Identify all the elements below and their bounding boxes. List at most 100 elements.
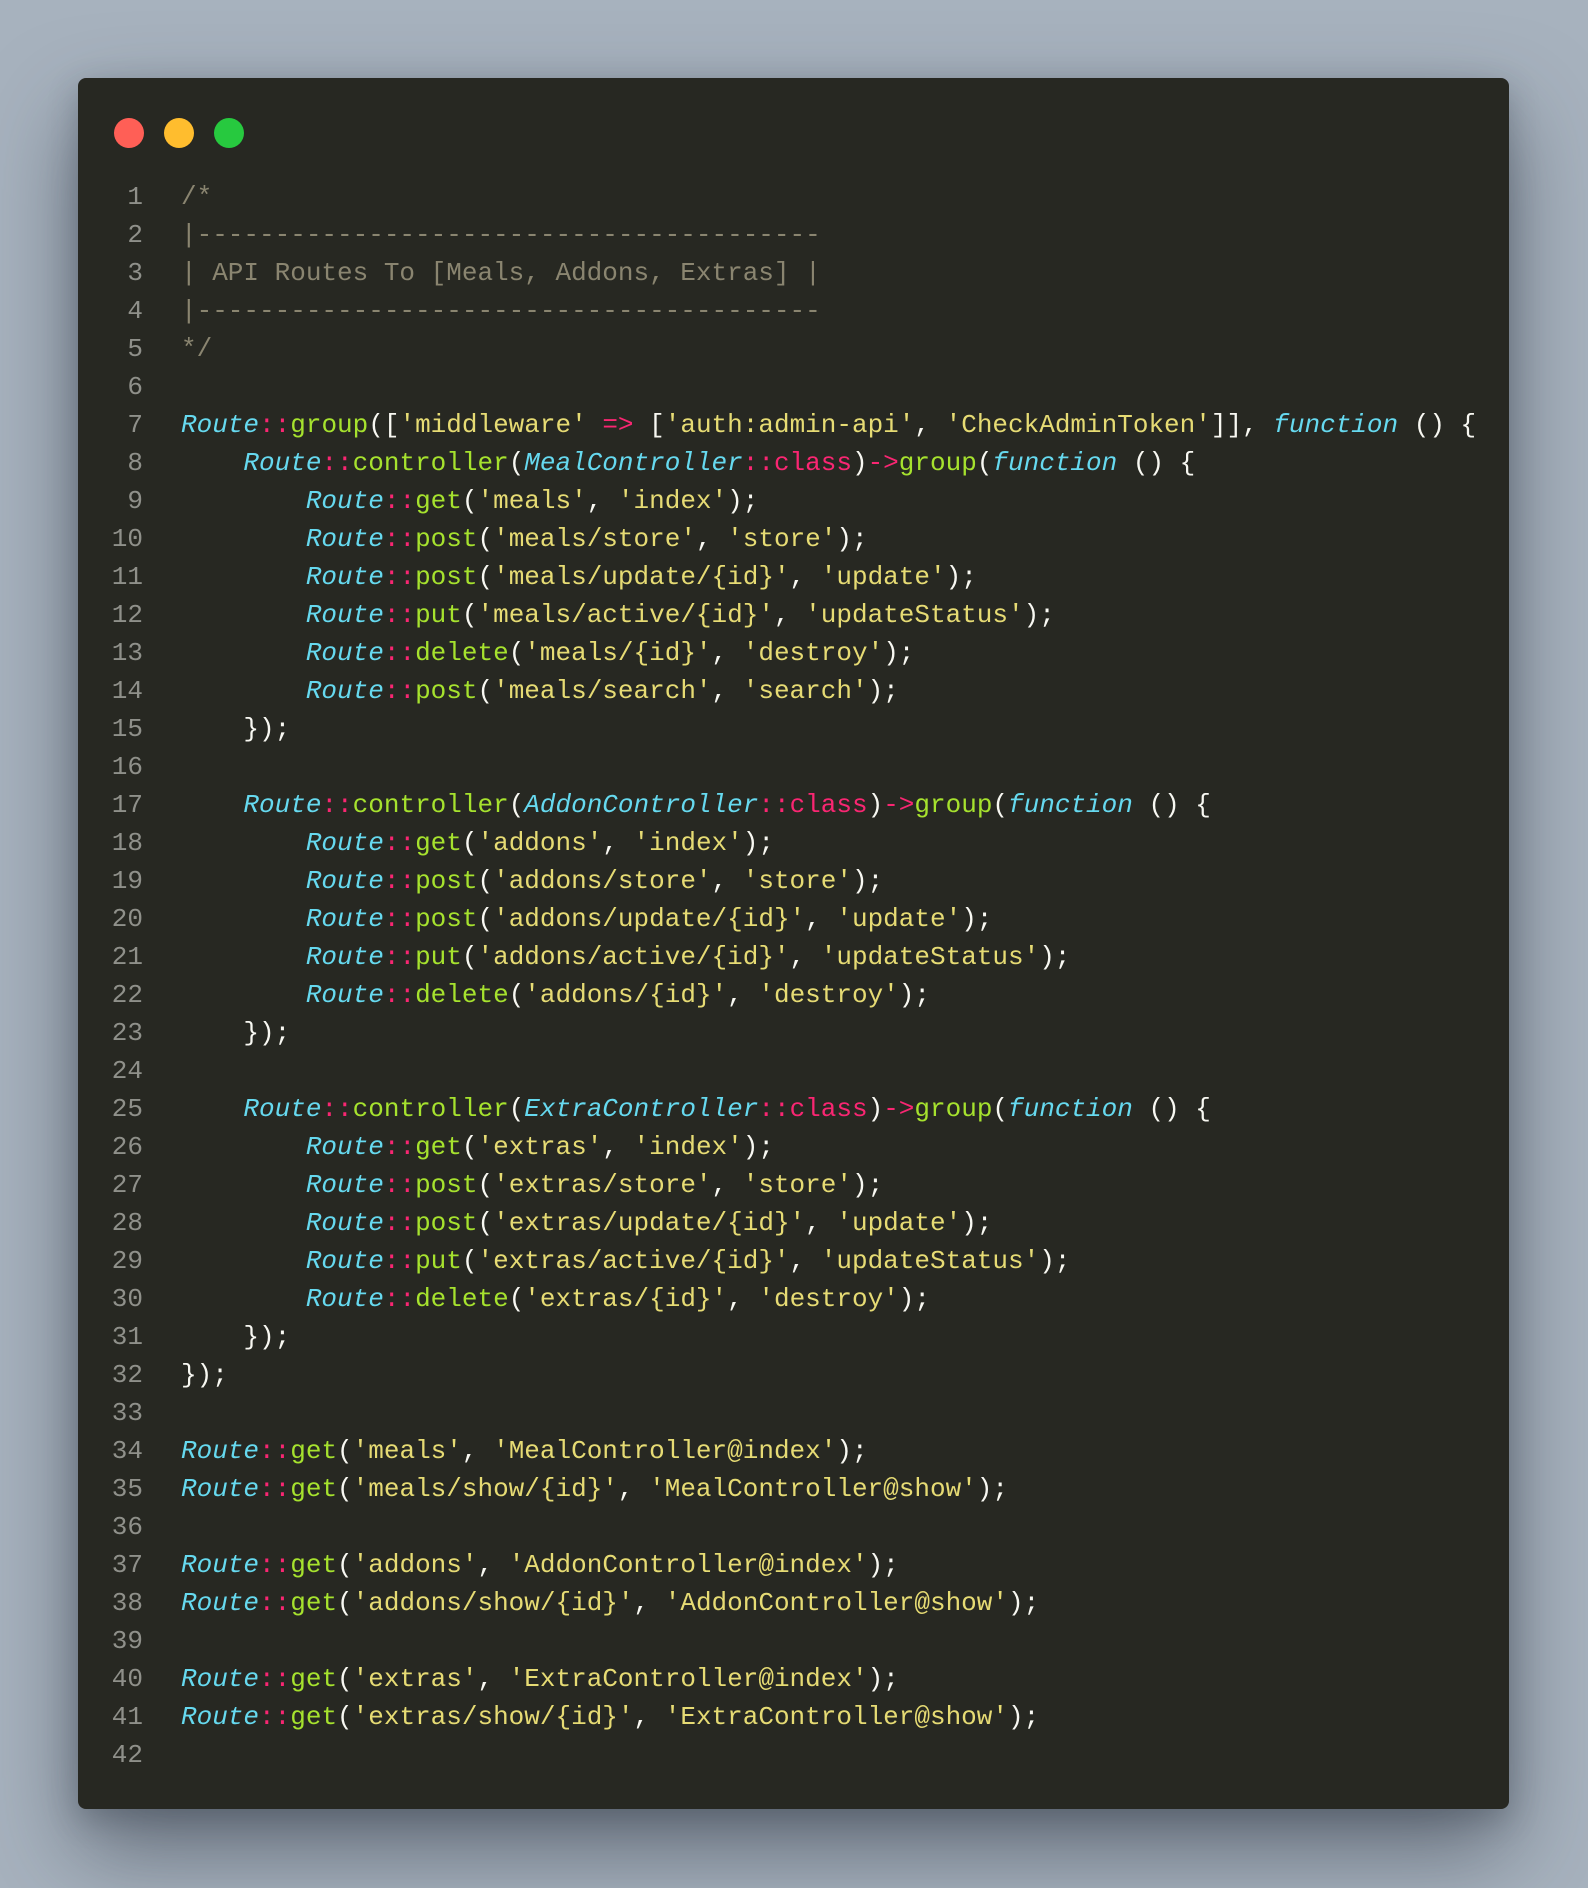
line-content: Route::controller(AddonController::class… [181, 786, 1210, 824]
minimize-button[interactable] [164, 118, 194, 148]
punctuation-token [181, 980, 306, 1010]
code-line: 1 /* [78, 178, 1509, 216]
punctuation-token: , [727, 980, 759, 1010]
maximize-button[interactable] [214, 118, 244, 148]
punctuation-token: , [461, 1436, 494, 1466]
line-content: Route::put('extras/active/{id}', 'update… [181, 1242, 1071, 1280]
line-content: Route::put('meals/active/{id}', 'updateS… [181, 596, 1055, 634]
line-content: Route::delete('meals/{id}', 'destroy'); [181, 634, 915, 672]
punctuation-token: ); [961, 904, 993, 934]
code-line: 23 }); [78, 1014, 1509, 1052]
code-line: 29 Route::put('extras/active/{id}', 'upd… [78, 1242, 1509, 1280]
method-name-token: get [290, 1474, 338, 1504]
punctuation-token: () { [1398, 410, 1477, 440]
class-name-token: Route [305, 1132, 384, 1162]
string-token: 'store' [742, 1170, 852, 1200]
line-number: 9 [127, 486, 143, 516]
code-line: 5 */ [78, 330, 1509, 368]
comment-token: | API Routes To [Meals, Addons, Extras] … [181, 258, 821, 288]
line-content: Route::get('meals', 'MealController@inde… [181, 1432, 868, 1470]
code-line: 33 [78, 1394, 1509, 1432]
code-line: 17 Route::controller(AddonController::cl… [78, 786, 1509, 824]
string-token: 'AddonController@index' [508, 1550, 868, 1580]
string-token: 'updateStatus' [820, 1246, 1040, 1276]
punctuation-token: ( [508, 980, 525, 1010]
punctuation-token: , [617, 1474, 650, 1504]
comment-token: |---------------------------------------… [181, 220, 821, 250]
line-number: 34 [111, 1436, 143, 1466]
string-token: 'updateStatus' [820, 942, 1040, 972]
punctuation-token: }); [181, 1322, 291, 1352]
line-content: Route::get('meals', 'index'); [181, 482, 759, 520]
code-line: 28 Route::post('extras/update/{id}', 'up… [78, 1204, 1509, 1242]
operator-token: :: [321, 790, 353, 820]
method-name-token: post [415, 676, 478, 706]
string-token: 'meals/store' [493, 524, 696, 554]
string-token: 'extras/active/{id}' [477, 1246, 790, 1276]
method-name-token: group [290, 410, 369, 440]
method-name-token: put [415, 1246, 462, 1276]
punctuation-token: ); [836, 1436, 868, 1466]
punctuation-token: , [914, 410, 946, 440]
punctuation-token: ( [337, 1702, 353, 1732]
operator-token: :: [259, 1436, 291, 1466]
method-name-token: get [290, 1436, 338, 1466]
line-number: 26 [111, 1132, 143, 1162]
string-token: 'addons/store' [493, 866, 712, 896]
line-content: Route::put('addons/active/{id}', 'update… [181, 938, 1071, 976]
punctuation-token: ( [461, 1246, 478, 1276]
punctuation-token: ); [1008, 1702, 1040, 1732]
operator-token: :: [383, 866, 416, 896]
punctuation-token [181, 1284, 306, 1314]
punctuation-token [181, 600, 306, 630]
punctuation-token: ( [477, 676, 494, 706]
line-number: 13 [111, 638, 143, 668]
string-token: 'extras/{id}' [524, 1284, 728, 1314]
operator-token: :: [383, 562, 416, 592]
class-name-token: Route [305, 562, 384, 592]
punctuation-token [181, 638, 306, 668]
line-content: Route::get('meals/show/{id}', 'MealContr… [181, 1470, 1008, 1508]
class-name-token: Route [305, 600, 384, 630]
punctuation-token: ( [508, 1284, 525, 1314]
operator-token: :: [383, 600, 416, 630]
line-content: Route::post('extras/store', 'store'); [181, 1166, 883, 1204]
punctuation-token: ); [867, 1550, 899, 1580]
class-name-token: Route [305, 904, 384, 934]
line-number: 39 [111, 1626, 143, 1656]
operator-token: :: [383, 1132, 416, 1162]
code-line: 21 Route::put('addons/active/{id}', 'upd… [78, 938, 1509, 976]
method-name-token: get [290, 1550, 338, 1580]
class-name-token: Route [243, 1094, 322, 1124]
comment-token: */ [181, 334, 213, 364]
operator-token: :: [383, 942, 416, 972]
punctuation-token: ( [477, 524, 494, 554]
line-content: /* [181, 178, 212, 216]
string-token: 'destroy' [758, 1284, 899, 1314]
punctuation-token: , [711, 676, 743, 706]
punctuation-token: [ [633, 410, 665, 440]
punctuation-token: , [602, 1132, 634, 1162]
punctuation-token: ( [337, 1436, 353, 1466]
punctuation-token: ); [851, 1170, 884, 1200]
line-number: 32 [111, 1360, 143, 1390]
code-line: 6 [78, 368, 1509, 406]
close-button[interactable] [114, 118, 144, 148]
code-editor: 1 /* 2 |-----------------------------------… [78, 178, 1509, 1774]
line-number: 5 [127, 334, 143, 364]
code-line: 32}); [78, 1356, 1509, 1394]
line-number: 31 [111, 1322, 143, 1352]
method-name-token: post [415, 1208, 478, 1238]
class-name-token: Route [305, 980, 384, 1010]
code-line: 25 Route::controller(ExtraController::cl… [78, 1090, 1509, 1128]
string-token: 'meals/update/{id}' [493, 562, 790, 592]
code-line: 24 [78, 1052, 1509, 1090]
string-token: 'extras/show/{id}' [352, 1702, 634, 1732]
punctuation-token [181, 676, 306, 706]
punctuation-token: () { [1132, 1094, 1211, 1124]
constant-token: class [773, 448, 852, 478]
operator-token: :: [742, 448, 774, 478]
line-number: 20 [111, 904, 143, 934]
punctuation-token [181, 828, 306, 858]
punctuation-token: ) [851, 448, 868, 478]
